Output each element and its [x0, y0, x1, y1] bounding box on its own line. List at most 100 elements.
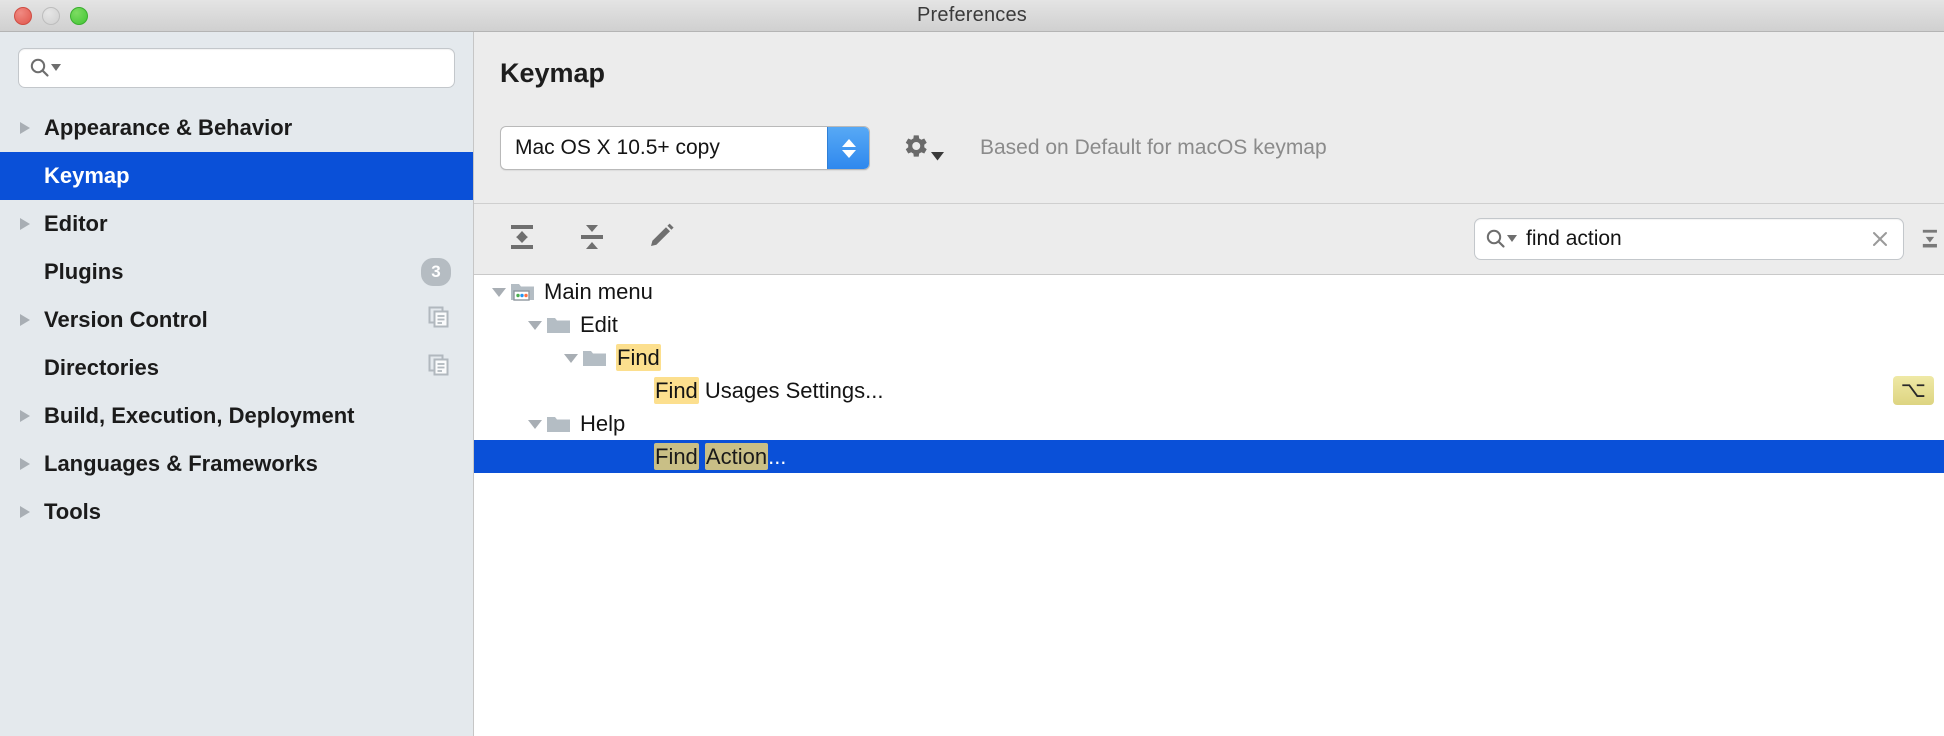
close-button[interactable] [14, 7, 32, 25]
disclosure-triangle-icon [18, 120, 44, 136]
tree-row-label: Find [616, 343, 661, 371]
folder-icon [546, 313, 572, 337]
keymap-settings-button[interactable] [900, 131, 944, 166]
tree-twisty-expanded-icon[interactable] [524, 318, 546, 332]
keymap-select-stepper[interactable] [827, 127, 869, 169]
tree-label-text: Help [580, 410, 626, 436]
tree-label-text: Usages Settings... [698, 377, 884, 403]
window-titlebar: Preferences [0, 0, 1944, 32]
search-icon [29, 57, 51, 79]
page-title: Keymap [500, 58, 606, 88]
keymap-toolbar [474, 204, 1944, 274]
plugins-count-badge: 3 [421, 258, 451, 286]
search-dropdown-arrow-icon[interactable] [1507, 230, 1517, 248]
overflow-toolbar-icon[interactable] [1920, 222, 1944, 256]
keymap-select-value: Mac OS X 10.5+ copy [515, 136, 720, 159]
collapse-all-icon [575, 220, 609, 259]
disclosure-triangle-icon [18, 456, 44, 472]
sidebar-search-field[interactable] [18, 48, 455, 88]
tree-row-label: Edit [580, 312, 618, 338]
search-match-highlight: Action [704, 442, 769, 470]
disclosure-triangle-icon [18, 312, 44, 328]
tree-label-text: ... [768, 443, 787, 469]
edit-shortcut-button[interactable] [640, 217, 684, 261]
chevron-down-icon [841, 149, 856, 158]
shortcut-badge: ⌥ [1892, 376, 1934, 405]
search-match-highlight: Find [654, 376, 699, 404]
gear-icon [900, 131, 930, 166]
sidebar-item-label: Tools [44, 499, 102, 524]
disclosure-triangle-icon [18, 408, 44, 424]
sidebar-item-label: Keymap [44, 163, 130, 188]
tree-row[interactable]: Find Usages Settings... ⌥ [474, 374, 1944, 407]
disclosure-triangle-icon [18, 504, 44, 520]
disclosure-triangle-icon [18, 216, 44, 232]
tree-row[interactable]: Help [474, 407, 1944, 440]
keymap-selector-row: Mac OS X 10.5+ copy Based on Default for… [474, 89, 1944, 181]
window-title: Preferences [916, 4, 1028, 26]
search-dropdown-arrow-icon[interactable] [51, 59, 61, 77]
settings-sidebar: Appearance & Behavior Keymap Editor Plugins… [0, 32, 474, 736]
sidebar-search-input[interactable] [69, 57, 444, 79]
keymap-select[interactable]: Mac OS X 10.5+ copy [500, 126, 870, 170]
main-header: Keymap [474, 32, 1944, 89]
expand-all-icon [505, 220, 539, 259]
sidebar-item-languages-frameworks[interactable]: Languages & Frameworks [0, 440, 473, 488]
tree-row[interactable]: Edit [474, 308, 1944, 341]
sidebar-item-tools[interactable]: Tools [0, 488, 473, 536]
tree-row-label: Main menu [544, 279, 653, 305]
folder-icon [582, 346, 608, 370]
sidebar-search-container [0, 32, 473, 102]
clear-search-icon[interactable] [1867, 226, 1893, 252]
search-icon [1485, 228, 1507, 250]
keymap-tree: Main menu Edit Find Find Usages Settings...… [474, 275, 1944, 736]
traffic-light-group [14, 0, 88, 32]
sidebar-item-label: Version Control [44, 307, 208, 332]
keymap-search-field[interactable] [1474, 218, 1904, 260]
sidebar-item-label: Editor [44, 211, 108, 236]
sidebar-item-plugins[interactable]: Plugins 3 [0, 248, 473, 296]
sidebar-item-version-control[interactable]: Version Control [0, 296, 473, 344]
tree-label-text: Main menu [544, 278, 653, 304]
main-panel: Keymap Mac OS X 10.5+ copy Based on Defa… [474, 32, 1944, 736]
tree-row[interactable]: Find Action... [474, 440, 1944, 473]
copy-icon [427, 353, 451, 383]
sidebar-item-label: Build, Execution, Deployment [44, 403, 355, 428]
tree-twisty-expanded-icon[interactable] [524, 417, 546, 431]
sidebar-item-label: Directories [44, 355, 159, 380]
sidebar-item-editor[interactable]: Editor [0, 200, 473, 248]
sidebar-item-label: Plugins [44, 259, 124, 284]
sidebar-item-keymap[interactable]: Keymap [0, 152, 473, 200]
tree-row-label: Find Action... [654, 442, 787, 470]
edit-pencil-icon [646, 221, 678, 258]
folder-icon [546, 412, 572, 436]
main-menu-folder-icon [510, 280, 536, 304]
sidebar-item-label: Languages & Frameworks [44, 451, 318, 476]
window-content: Appearance & Behavior Keymap Editor Plugins… [0, 32, 1944, 736]
sidebar-item-list: Appearance & Behavior Keymap Editor Plugins… [0, 102, 473, 736]
minimize-button[interactable] [42, 7, 60, 25]
sidebar-item-label: Appearance & Behavior [44, 115, 293, 140]
search-match-highlight: Find [654, 442, 699, 470]
expand-all-button[interactable] [500, 217, 544, 261]
keymap-search-input[interactable] [1526, 227, 1867, 251]
sidebar-item-appearance-behavior[interactable]: Appearance & Behavior [0, 104, 473, 152]
sidebar-item-directories[interactable]: Directories [0, 344, 473, 392]
tree-row-label: Find Usages Settings... [654, 376, 884, 404]
collapse-all-button[interactable] [570, 217, 614, 261]
tree-row[interactable]: Find [474, 341, 1944, 374]
keymap-based-on-label: Based on Default for macOS keymap [980, 136, 1327, 159]
tree-row[interactable]: Main menu [474, 275, 1944, 308]
toolbar-right-group [1474, 204, 1944, 274]
tree-label-text: Edit [580, 311, 618, 337]
tree-twisty-expanded-icon[interactable] [488, 285, 510, 299]
tree-row-label: Help [580, 411, 625, 437]
chevron-up-icon [841, 138, 856, 147]
gear-dropdown-arrow-icon [931, 148, 944, 166]
tree-twisty-expanded-icon[interactable] [560, 351, 582, 365]
copy-icon [427, 305, 451, 335]
search-match-highlight: Find [616, 343, 661, 371]
maximize-button[interactable] [70, 7, 88, 25]
tree-label-text [699, 444, 705, 469]
sidebar-item-build-execution-deployment[interactable]: Build, Execution, Deployment [0, 392, 473, 440]
